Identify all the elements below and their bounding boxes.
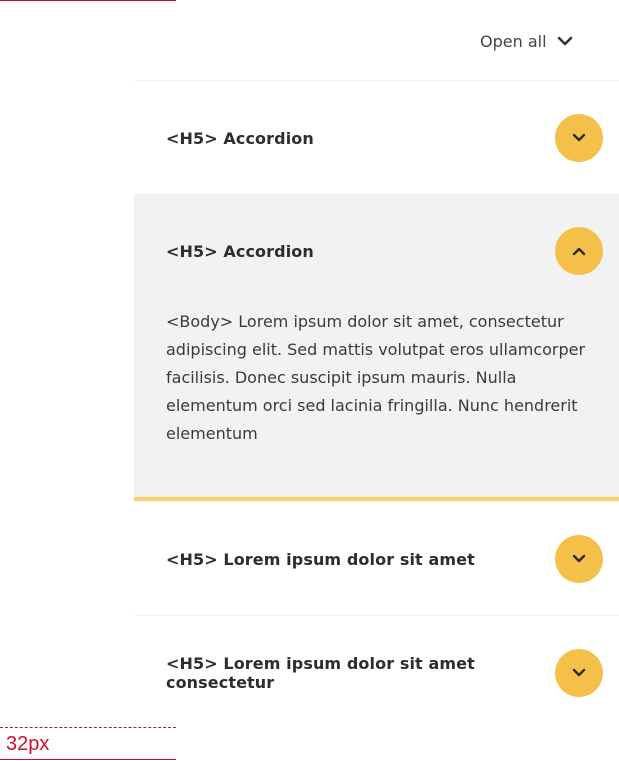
- accordion-item: <H5> Accordion: [134, 80, 619, 194]
- open-all-button[interactable]: Open all: [480, 28, 573, 54]
- accordion-title: <H5> Lorem ipsum dolor sit amet consecte…: [166, 654, 475, 692]
- accordion-header[interactable]: <H5> Accordion: [166, 227, 603, 275]
- accordion-toggle-button[interactable]: [555, 114, 603, 162]
- accordion-item: <H5> Lorem ipsum dolor sit amet: [134, 501, 619, 615]
- accordion-toggle-button[interactable]: [555, 649, 603, 697]
- spacing-guide-top: [0, 0, 176, 1]
- chevron-down-icon: [572, 554, 586, 563]
- accordion: <H5> Accordion <H5> Accordion <Body> Lor…: [134, 80, 619, 729]
- open-all-label: Open all: [480, 31, 547, 51]
- chevron-down-icon: [572, 668, 586, 677]
- accordion-toggle-button[interactable]: [555, 227, 603, 275]
- accordion-item: <H5> Lorem ipsum dolor sit amet consecte…: [134, 615, 619, 729]
- accordion-title: <H5> Accordion: [166, 241, 314, 261]
- chevron-up-icon: [572, 247, 586, 256]
- accordion-body: <Body> Lorem ipsum dolor sit amet, conse…: [166, 312, 586, 443]
- spacing-label: 32px: [6, 733, 50, 755]
- spacing-guide-bottom: 32px: [0, 727, 176, 760]
- accordion-header[interactable]: <H5> Accordion: [166, 114, 603, 162]
- accordion-title: <H5> Accordion: [166, 128, 314, 148]
- accordion-header[interactable]: <H5> Lorem ipsum dolor sit amet: [166, 535, 603, 583]
- page: Open all <H5> Accordion <H5> Accordion <…: [0, 0, 619, 761]
- accordion-item-expanded: <H5> Accordion <Body> Lorem ipsum dolor …: [134, 194, 619, 501]
- accordion-header[interactable]: <H5> Lorem ipsum dolor sit amet consecte…: [166, 649, 603, 697]
- chevron-down-icon: [572, 133, 586, 142]
- accordion-title: <H5> Lorem ipsum dolor sit amet: [166, 549, 475, 569]
- accordion-toggle-button[interactable]: [555, 535, 603, 583]
- chevron-down-icon: [557, 33, 573, 49]
